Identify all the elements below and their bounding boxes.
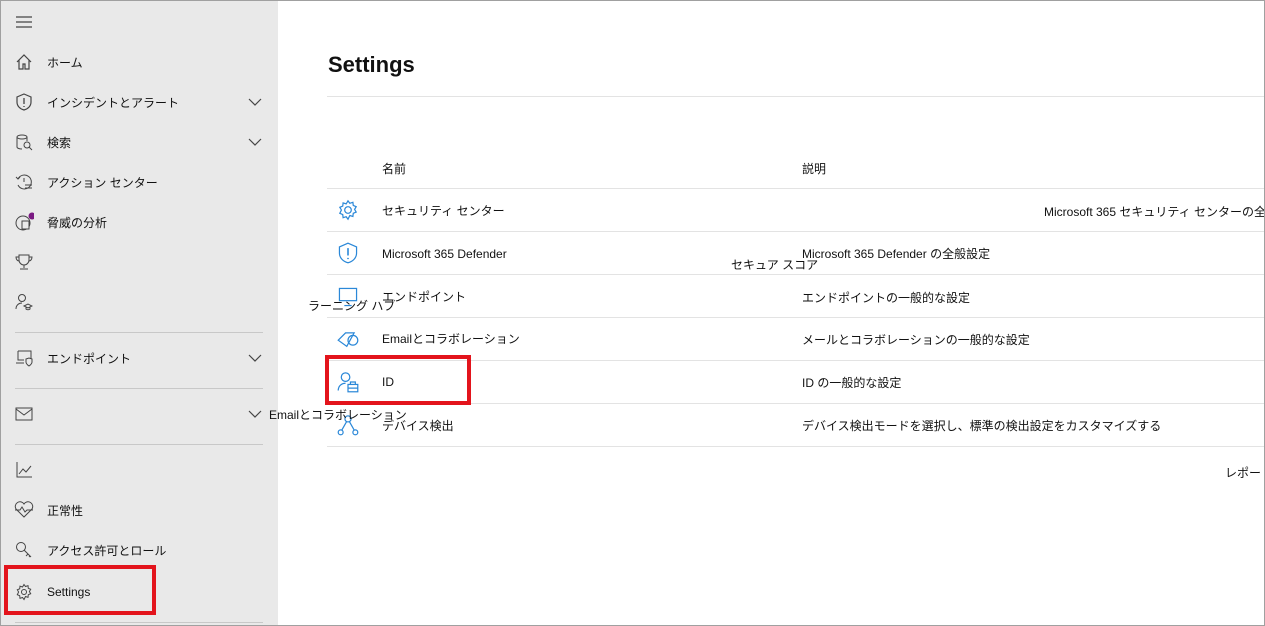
- row-description: メールとコラボレーションの一般的な設定: [802, 333, 1030, 347]
- divider: [327, 188, 1265, 189]
- sidebar-item-endpoints[interactable]: エンドポイント: [0, 340, 278, 376]
- chevron-down-icon[interactable]: [248, 407, 262, 421]
- column-header-description[interactable]: 説明: [802, 160, 826, 177]
- divider: [15, 622, 263, 623]
- hunting-icon: [14, 132, 34, 152]
- sidebar-label-secure-score: セキュア スコア: [731, 258, 819, 272]
- shield-icon: [338, 242, 358, 264]
- row-description: デバイス検出モードを選択し、標準の検出設定をカスタマイズする: [802, 419, 1162, 433]
- key-icon: [14, 540, 34, 560]
- sidebar-item-label: インシデントとアラート: [47, 95, 180, 110]
- gear-icon: [338, 199, 358, 221]
- trophy-icon: [14, 252, 34, 272]
- sidebar-item-label: 正常性: [47, 503, 84, 518]
- sidebar-item-hunting[interactable]: 検索: [0, 124, 278, 160]
- sidebar-label-email: Emailとコラボレーション: [269, 408, 407, 422]
- sidebar-item-label: アクセス許可とロール: [47, 543, 167, 558]
- row-description: Microsoft 365 セキュリティ センターの全般設定: [1044, 205, 1265, 219]
- sidebar: ホーム インシデントとアラート 検索 アクション センター 脅威の分析 エンドポ…: [0, 0, 278, 626]
- health-icon: [14, 500, 34, 520]
- sidebar-item-email[interactable]: [0, 396, 278, 432]
- highlight-box-id: [325, 355, 471, 405]
- divider: [327, 274, 1265, 275]
- page-title: Settings: [328, 52, 415, 77]
- tag-icon: [337, 332, 359, 348]
- chevron-down-icon[interactable]: [248, 135, 262, 149]
- row-description: Microsoft 365 Defender の全般設定: [802, 247, 991, 261]
- divider: [15, 444, 263, 445]
- divider: [327, 96, 1265, 97]
- row-name: セキュリティ センター: [382, 204, 505, 218]
- home-icon: [14, 52, 34, 72]
- learning-hub-icon: [14, 292, 34, 312]
- sidebar-item-action-center[interactable]: アクション センター: [0, 164, 278, 200]
- sidebar-item-label: 脅威の分析: [47, 215, 108, 230]
- hamburger-button[interactable]: [0, 4, 278, 40]
- sidebar-item-threat-analytics[interactable]: 脅威の分析: [0, 204, 278, 240]
- divider: [327, 317, 1265, 318]
- chevron-down-icon[interactable]: [248, 95, 262, 109]
- sidebar-label-reports: レポート: [1225, 466, 1265, 480]
- chevron-down-icon[interactable]: [248, 351, 262, 365]
- sidebar-item-reports[interactable]: [0, 452, 278, 488]
- sidebar-item-home[interactable]: ホーム: [0, 44, 278, 80]
- threat-analytics-icon: [14, 212, 34, 232]
- endpoint-icon: [14, 348, 34, 368]
- sidebar-item-label: ホーム: [47, 55, 83, 70]
- row-description: ID の一般的な設定: [802, 376, 902, 390]
- highlight-box-settings: [4, 565, 156, 615]
- shield-icon: [14, 92, 34, 112]
- sidebar-item-health[interactable]: 正常性: [0, 492, 278, 528]
- sidebar-item-learning-hub[interactable]: [0, 284, 278, 320]
- hamburger-icon: [14, 12, 34, 32]
- sidebar-item-label: 検索: [47, 135, 72, 150]
- divider: [15, 388, 263, 389]
- mail-icon: [14, 404, 34, 424]
- chart-icon: [14, 460, 34, 480]
- action-center-icon: [14, 172, 34, 192]
- sidebar-item-incidents[interactable]: インシデントとアラート: [0, 84, 278, 120]
- row-description: エンドポイントの一般的な設定: [802, 291, 971, 305]
- sidebar-label-learning-hub: ラーニング ハブ: [308, 299, 396, 313]
- sidebar-item-permissions[interactable]: アクセス許可とロール: [0, 532, 278, 568]
- sidebar-item-secure-score[interactable]: [0, 244, 278, 280]
- divider: [15, 332, 263, 333]
- row-name: Emailとコラボレーション: [382, 332, 520, 346]
- divider: [327, 231, 1265, 232]
- divider: [327, 446, 1265, 447]
- sidebar-item-label: アクション センター: [47, 175, 158, 190]
- column-header-name[interactable]: 名前: [382, 160, 406, 177]
- sidebar-item-label: エンドポイント: [47, 351, 132, 366]
- row-name: Microsoft 365 Defender: [382, 247, 507, 261]
